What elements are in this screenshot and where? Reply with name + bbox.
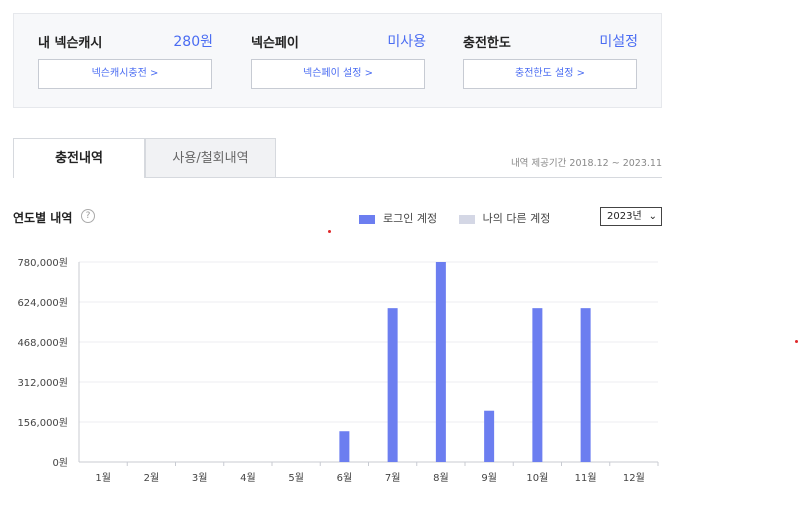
- yearly-charge-chart: 0원 156,000원 312,000원 468,000원 624,000원 780,00…: [17, 257, 659, 484]
- tab-charge-history[interactable]: 충전내역: [13, 138, 145, 178]
- nexon-pay-value: 미사용: [387, 34, 426, 50]
- y-tick-label: 468,000원: [17, 337, 68, 349]
- y-tick-label: 624,000원: [17, 297, 68, 309]
- x-tick-label: 10월: [526, 472, 548, 484]
- x-tick-label: 6월: [337, 472, 353, 484]
- red-dot-marker: [795, 340, 798, 343]
- legend-item-other-account: 나의 다른 계정: [458, 210, 551, 226]
- y-tick-label: 156,000원: [17, 417, 68, 429]
- nexon-pay-settings-button[interactable]: 넥슨페이 설정 >: [251, 59, 425, 89]
- tab-usage-history[interactable]: 사용/철회내역: [145, 138, 276, 178]
- chevron-down-icon: ⌄: [648, 211, 657, 222]
- history-period: 내역 제공기간 2018.12 ~ 2023.11: [510, 158, 662, 169]
- legend-item-login-account: 로그인 계정: [359, 210, 437, 226]
- y-tick-label: 780,000원: [17, 257, 68, 269]
- charge-limit-settings-button[interactable]: 충전한도 설정 >: [463, 59, 637, 89]
- x-tick-label: 3월: [192, 472, 208, 484]
- tab-divider: [145, 177, 662, 178]
- yearly-history-title: 연도별 내역: [13, 211, 73, 225]
- x-tick-label: 2월: [144, 472, 160, 484]
- x-tick-label: 5월: [288, 472, 304, 484]
- nexon-cash-value: 280원: [173, 34, 213, 50]
- bar-8: [435, 262, 446, 462]
- x-tick-label: 7월: [385, 472, 401, 484]
- nexon-pay-label: 넥슨페이: [251, 36, 299, 51]
- nexon-cash-label: 내 넥슨캐시: [38, 36, 103, 51]
- x-tick-label: 1월: [95, 472, 111, 484]
- account-summary-panel: 내 넥슨캐시 280원 넥슨캐시충전 > 넥슨페이 미사용 넥슨페이 설정 > …: [13, 13, 662, 108]
- x-tick-label: 12월: [623, 472, 645, 484]
- x-tick-label: 8월: [433, 472, 449, 484]
- help-icon[interactable]: ?: [81, 209, 95, 223]
- x-tick-label: 11월: [575, 472, 597, 484]
- bar-10: [532, 308, 543, 462]
- legend-label-other-account: 나의 다른 계정: [482, 212, 551, 225]
- red-dot-marker: [328, 230, 331, 233]
- chart-legend: 로그인 계정 나의 다른 계정: [359, 210, 568, 226]
- x-tick-label: 4월: [240, 472, 256, 484]
- y-tick-label: 312,000원: [17, 377, 68, 389]
- bar-11: [580, 308, 591, 462]
- legend-label-login-account: 로그인 계정: [383, 212, 438, 225]
- charge-limit-label: 충전한도: [463, 36, 511, 51]
- x-tick-label: 9월: [481, 472, 497, 484]
- charge-limit-value: 미설정: [599, 34, 638, 50]
- year-select-value: 2023년: [607, 211, 642, 222]
- bar-9: [484, 410, 495, 462]
- legend-swatch-login-account: [359, 214, 375, 224]
- legend-swatch-other-account: [458, 214, 475, 224]
- bar-6: [339, 431, 350, 462]
- y-tick-label: 0원: [52, 457, 68, 469]
- bar-7: [387, 308, 398, 462]
- year-select[interactable]: 2023년 ⌄: [600, 207, 662, 226]
- nexon-cash-charge-button[interactable]: 넥슨캐시충전 >: [38, 59, 212, 89]
